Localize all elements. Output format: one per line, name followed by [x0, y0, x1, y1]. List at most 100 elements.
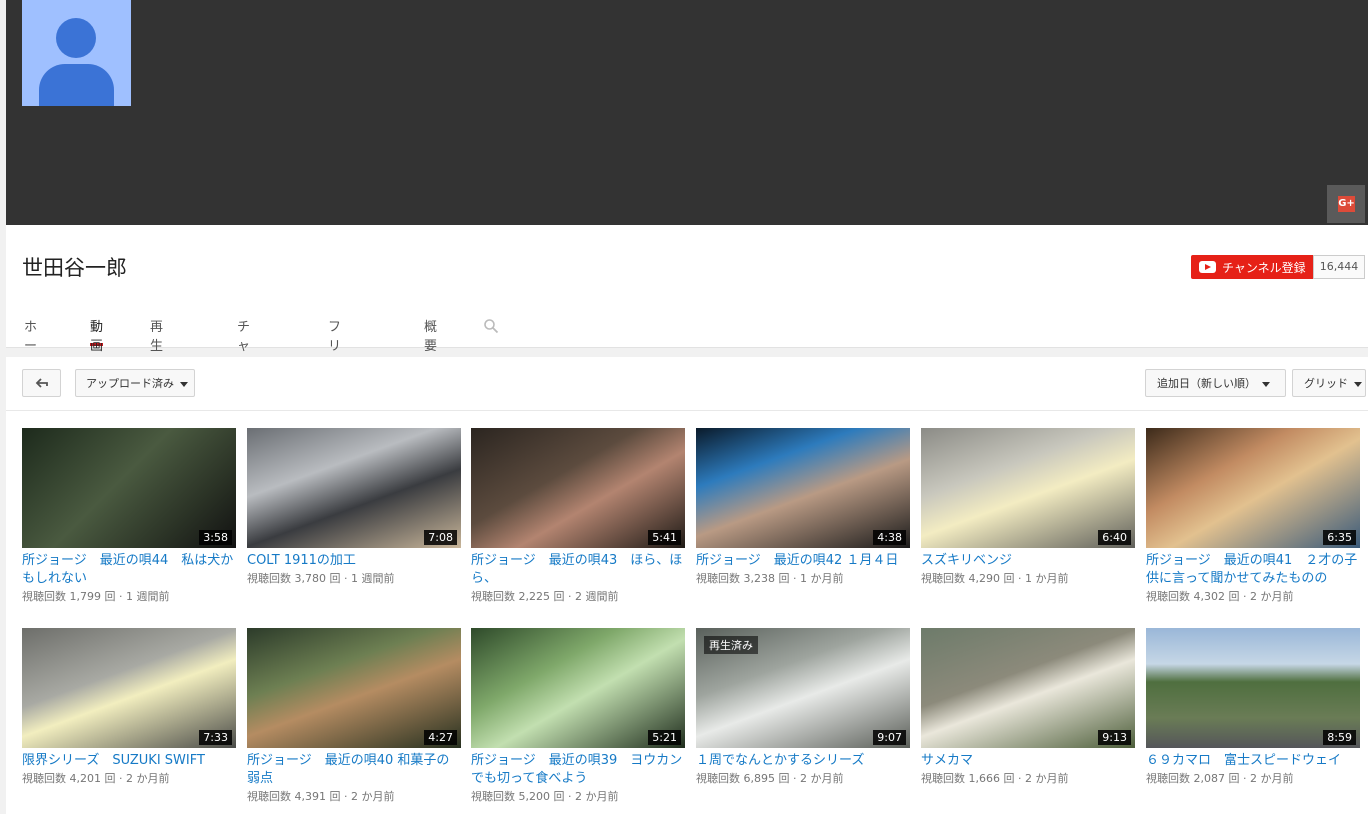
video-meta: 視聴回数 4,290 回 · 1 か月前	[921, 571, 1135, 587]
video-duration: 9:13	[1098, 730, 1131, 745]
video-title-link[interactable]: 所ジョージ 最近の唄40 和菓子の弱点	[247, 752, 461, 788]
view-count: 視聴回数 2,087 回	[1146, 772, 1240, 785]
video-title-link[interactable]: 所ジョージ 最近の唄44 私は犬かもしれない	[22, 552, 236, 588]
video-card[interactable]: 7:33 限界シリーズ SUZUKI SWIFT 視聴回数 4,201 回 · 2 …	[22, 628, 236, 787]
channel-avatar[interactable]	[22, 0, 131, 106]
video-duration: 4:38	[873, 530, 906, 545]
video-duration: 5:21	[648, 730, 681, 745]
meta-separator: ·	[115, 772, 126, 785]
video-card[interactable]: 7:08 COLT 1911の加工 視聴回数 3,780 回 · 1 週間前	[247, 428, 461, 587]
view-count: 視聴回数 1,799 回	[22, 590, 116, 603]
video-card[interactable]: 5:21 所ジョージ 最近の唄39 ヨウカンでも切って食べよう 視聴回数 5,200…	[471, 628, 685, 805]
video-thumbnail[interactable]: 6:40	[921, 428, 1135, 548]
video-card[interactable]: 5:41 所ジョージ 最近の唄43 ほら、ほら、 視聴回数 2,225 回 · 2 …	[471, 428, 685, 605]
tab-about[interactable]: 概要	[424, 316, 437, 354]
google-plus-link[interactable]: G+	[1327, 185, 1365, 223]
video-thumbnail[interactable]: 8:59	[1146, 628, 1360, 748]
video-title-link[interactable]: 限界シリーズ SUZUKI SWIFT	[22, 752, 236, 770]
video-card[interactable]: 再生済み 9:07 １周でなんとかするシリーズ 視聴回数 6,895 回 · 2 か月…	[696, 628, 910, 787]
video-duration: 4:27	[424, 730, 457, 745]
video-title-link[interactable]: COLT 1911の加工	[247, 552, 461, 570]
upload-age: 1 週間前	[125, 590, 170, 603]
tab-playlists[interactable]: 再生リスト	[150, 316, 163, 411]
tab-home[interactable]: ホーム	[24, 316, 37, 373]
upload-age: 1 週間前	[350, 572, 395, 585]
video-title-link[interactable]: １周でなんとかするシリーズ	[696, 752, 910, 770]
view-count: 視聴回数 1,666 回	[921, 772, 1015, 785]
video-meta: 視聴回数 2,087 回 · 2 か月前	[1146, 771, 1360, 787]
video-duration: 6:40	[1098, 530, 1131, 545]
video-thumbnail[interactable]: 9:13	[921, 628, 1135, 748]
view-count: 視聴回数 2,225 回	[471, 590, 565, 603]
video-title-link[interactable]: 所ジョージ 最近の唄42 １月４日	[696, 552, 910, 570]
video-meta: 視聴回数 6,895 回 · 2 か月前	[696, 771, 910, 787]
video-title-link[interactable]: 所ジョージ 最近の唄43 ほら、ほら、	[471, 552, 685, 588]
back-arrow-icon	[35, 378, 48, 388]
video-title-link[interactable]: 所ジョージ 最近の唄39 ヨウカンでも切って食べよう	[471, 752, 685, 788]
video-title-link[interactable]: スズキリベンジ	[921, 552, 1135, 570]
meta-separator: ·	[1014, 572, 1025, 585]
toolbar-divider	[6, 410, 1368, 411]
avatar-body-shape	[39, 64, 114, 106]
youtube-play-icon	[1199, 261, 1216, 273]
upload-age: 2 か月前	[1249, 590, 1294, 603]
uploads-filter-dropdown[interactable]: アップロード済み	[75, 369, 195, 397]
watched-badge: 再生済み	[704, 636, 758, 654]
video-card[interactable]: 4:38 所ジョージ 最近の唄42 １月４日 視聴回数 3,238 回 · 1 か月…	[696, 428, 910, 587]
uploads-filter-label: アップロード済み	[86, 377, 174, 390]
view-dropdown[interactable]: グリッド	[1292, 369, 1366, 397]
channel-title[interactable]: 世田谷一郎	[22, 252, 127, 282]
video-card[interactable]: 4:27 所ジョージ 最近の唄40 和菓子の弱点 視聴回数 4,391 回 · 2 …	[247, 628, 461, 805]
google-plus-icon: G+	[1338, 196, 1355, 212]
video-thumbnail[interactable]: 7:33	[22, 628, 236, 748]
tab-channels[interactable]: チャンネル	[237, 316, 250, 411]
video-thumbnail[interactable]: 6:35	[1146, 428, 1360, 548]
video-duration: 5:41	[648, 530, 681, 545]
video-duration: 6:35	[1323, 530, 1356, 545]
video-duration: 3:58	[199, 530, 232, 545]
video-title-link[interactable]: ６９カマロ 富士スピードウェイ	[1146, 752, 1360, 770]
video-thumbnail[interactable]: 5:21	[471, 628, 685, 748]
view-count: 視聴回数 6,895 回	[696, 772, 790, 785]
meta-separator: ·	[340, 790, 351, 803]
tab-videos[interactable]: 動画	[90, 316, 104, 354]
video-title-link[interactable]: 所ジョージ 最近の唄41 ２才の子供に言って聞かせてみたものの	[1146, 552, 1360, 588]
video-meta: 視聴回数 3,780 回 · 1 週間前	[247, 571, 461, 587]
view-count: 視聴回数 4,302 回	[1146, 590, 1240, 603]
video-thumbnail[interactable]: 4:27	[247, 628, 461, 748]
video-thumbnail[interactable]: 3:58	[22, 428, 236, 548]
back-button[interactable]	[22, 369, 61, 397]
upload-age: 2 か月前	[1024, 772, 1069, 785]
upload-age: 2 か月前	[574, 790, 619, 803]
video-title-link[interactable]: サメカマ	[921, 752, 1135, 770]
sort-dropdown[interactable]: 追加日（新しい順）	[1145, 369, 1286, 397]
upload-age: 1 か月前	[799, 572, 844, 585]
video-meta: 視聴回数 3,238 回 · 1 か月前	[696, 571, 910, 587]
meta-separator: ·	[1239, 772, 1250, 785]
video-card[interactable]: 3:58 所ジョージ 最近の唄44 私は犬かもしれない 視聴回数 1,799 回 ·…	[22, 428, 236, 605]
upload-age: 2 か月前	[799, 772, 844, 785]
channel-header: 世田谷一郎 チャンネル登録 16,444	[6, 225, 1368, 348]
video-card[interactable]: 6:35 所ジョージ 最近の唄41 ２才の子供に言って聞かせてみたものの視聴回数 …	[1146, 428, 1360, 605]
video-meta: 視聴回数 1,799 回 · 1 週間前	[22, 589, 236, 605]
video-meta: 視聴回数 4,201 回 · 2 か月前	[22, 771, 236, 787]
video-meta: 視聴回数 2,225 回 · 2 週間前	[471, 589, 685, 605]
video-thumbnail[interactable]: 4:38	[696, 428, 910, 548]
chevron-down-icon	[1262, 381, 1270, 387]
video-duration: 9:07	[873, 730, 906, 745]
subscribe-button[interactable]: チャンネル登録	[1191, 255, 1313, 279]
video-duration: 7:08	[424, 530, 457, 545]
meta-separator: ·	[340, 572, 351, 585]
meta-separator: ·	[115, 590, 126, 603]
tab-discussion[interactable]: フリートーク	[328, 316, 341, 430]
video-card[interactable]: 9:13 サメカマ 視聴回数 1,666 回 · 2 か月前	[921, 628, 1135, 787]
video-thumbnail[interactable]: 7:08	[247, 428, 461, 548]
search-icon[interactable]	[483, 318, 499, 334]
video-thumbnail[interactable]: 5:41	[471, 428, 685, 548]
video-thumbnail[interactable]: 再生済み 9:07	[696, 628, 910, 748]
upload-age: 2 か月前	[350, 790, 395, 803]
video-card[interactable]: 8:59 ６９カマロ 富士スピードウェイ 視聴回数 2,087 回 · 2 か月前	[1146, 628, 1360, 787]
video-duration: 7:33	[199, 730, 232, 745]
video-card[interactable]: 6:40 スズキリベンジ 視聴回数 4,290 回 · 1 か月前	[921, 428, 1135, 587]
upload-age: 2 か月前	[1249, 772, 1294, 785]
